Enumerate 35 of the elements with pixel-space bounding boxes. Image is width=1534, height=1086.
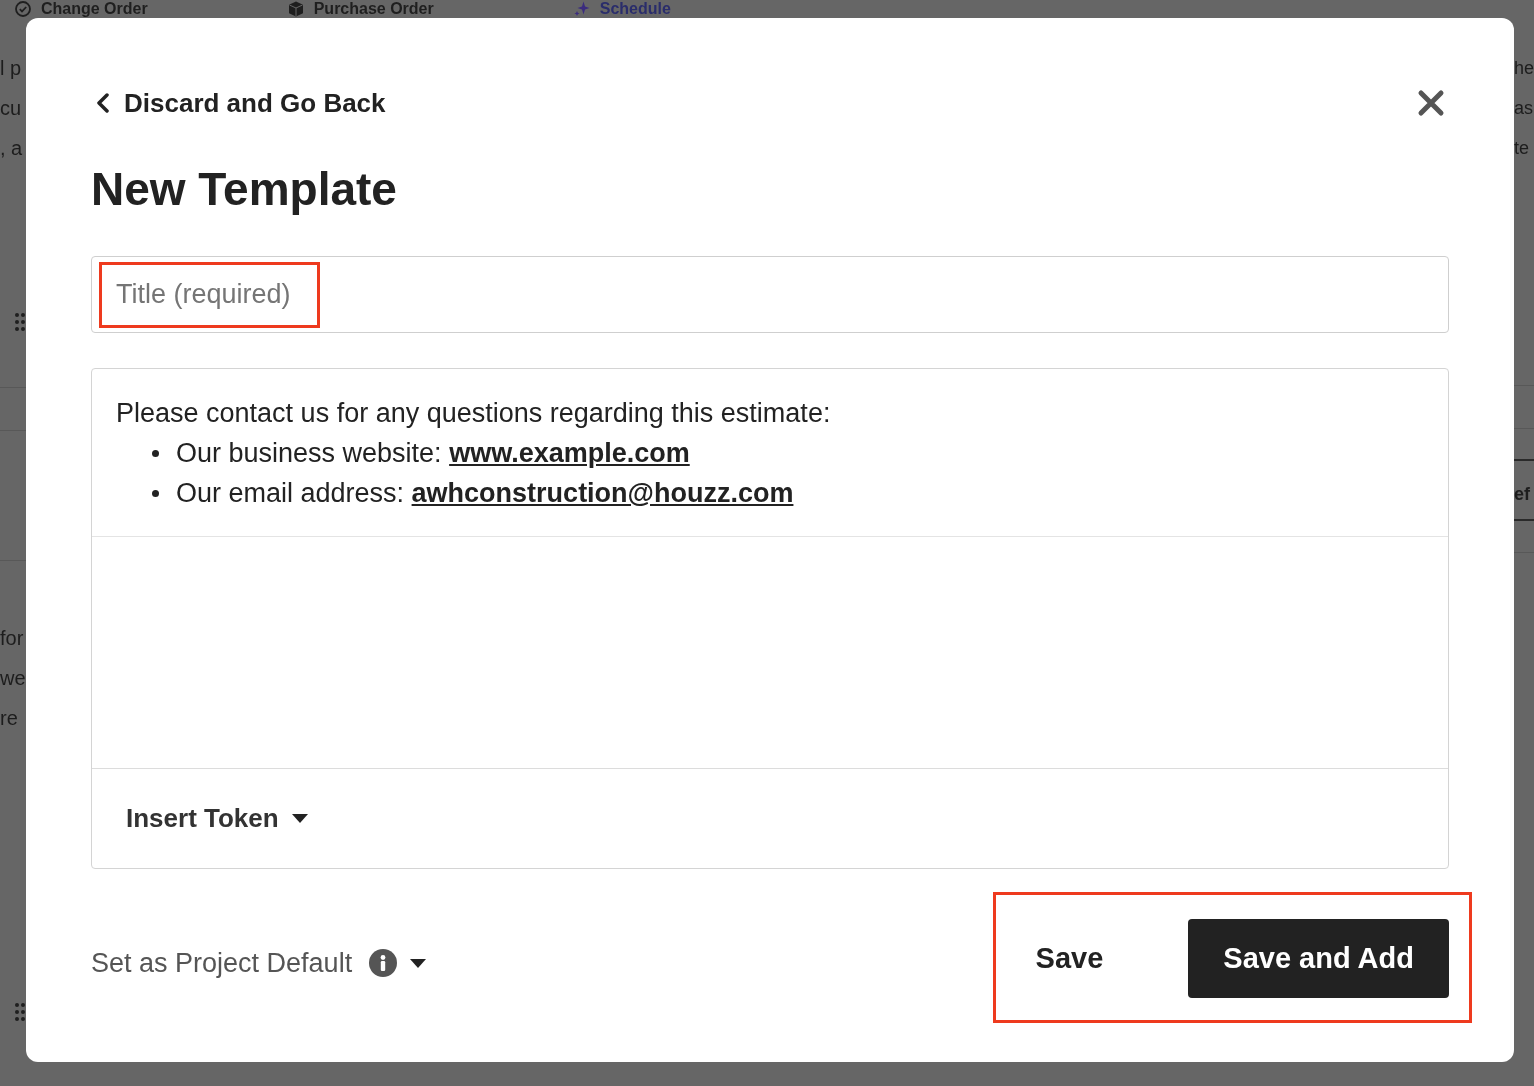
text-editor[interactable]: Please contact us for any questions regarding this estimate: Our business website: www.example.com Our email address: awhconstruction@houzz.com Insert Token: [91, 368, 1449, 869]
text-fragment: as: [1514, 97, 1534, 120]
caret-down-icon: [291, 814, 308, 823]
link[interactable]: www.example.com: [449, 438, 690, 468]
text-fragment: , a: [0, 136, 24, 161]
drag-handle-icon[interactable]: [15, 313, 25, 331]
text-fragment: re: [0, 706, 19, 731]
dialog-title: New Template: [91, 163, 398, 215]
bullet-icon: [152, 449, 159, 457]
text-fragment: te: [1514, 137, 1530, 160]
drag-handle-icon[interactable]: [15, 1003, 25, 1021]
sparkle-icon: [573, 1, 590, 17]
link[interactable]: awhconstruction@houzz.com: [411, 478, 794, 508]
cube-icon: [287, 1, 304, 17]
bullet-icon: [152, 489, 159, 497]
bullet-text: Our email address: awhconstruction@houzz.com: [176, 477, 794, 510]
text-fragment: for: [0, 626, 25, 651]
text-fragment: l p: [0, 56, 23, 81]
text-fragment: we: [0, 666, 26, 691]
save-and-add-button[interactable]: Save and Add: [1188, 919, 1449, 998]
editor-text: Please contact us for any questions regarding this estimate:: [116, 397, 831, 430]
info-icon[interactable]: [369, 949, 398, 977]
back-link[interactable]: Discard and Go Back: [95, 83, 386, 123]
title-field[interactable]: Title (required): [91, 256, 1449, 333]
project-default-dropdown[interactable]: Set as Project Default: [91, 942, 427, 984]
column-heading: ef: [1514, 483, 1531, 506]
close-icon[interactable]: [1417, 89, 1445, 117]
chevron-left-icon: [95, 93, 110, 113]
text-fragment: cu: [0, 96, 23, 121]
text-fragment: he: [1514, 57, 1534, 80]
check-circle-icon: [15, 1, 31, 17]
caret-down-icon: [410, 958, 427, 968]
bullet-text: Our business website: www.example.com: [176, 437, 690, 470]
insert-token-button[interactable]: Insert Token: [126, 799, 308, 838]
save-button[interactable]: Save: [995, 919, 1144, 998]
